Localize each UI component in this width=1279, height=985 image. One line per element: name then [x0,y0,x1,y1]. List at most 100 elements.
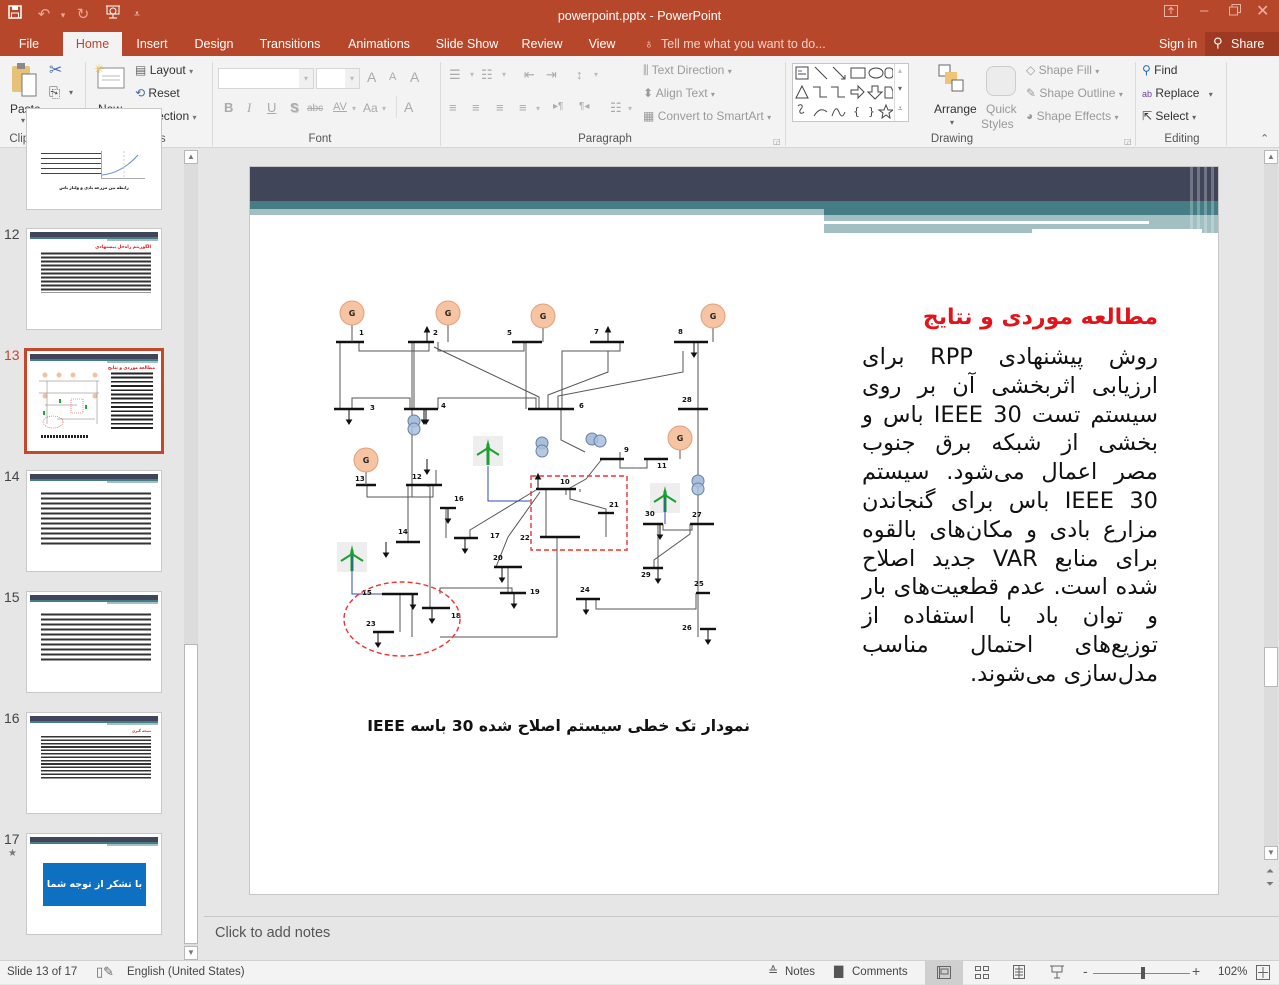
tab-home[interactable]: Home [63,32,122,56]
columns-dropdown-icon[interactable]: ▾ [628,104,632,113]
align-left-button[interactable]: ≡ [449,100,457,115]
slide-thumbnail-15[interactable] [26,591,162,693]
close-icon[interactable]: ✕ [1256,1,1269,21]
ltr-direction-button[interactable]: ▸¶ [553,101,563,112]
replace-button[interactable]: ab Replace ▾ [1142,86,1213,100]
convert-smartart-button[interactable]: ▦ Convert to SmartArt ▾ [643,109,771,123]
shapes-gallery[interactable]: { } ▴ ▾ ⩡ [792,63,909,122]
slide-body-text[interactable]: روش پیشنهادی RPP برای ارزیابی اثربخشی آن… [862,343,1158,689]
strikethrough-button[interactable]: abc [307,103,323,114]
slide-sorter-icon[interactable] [975,966,989,979]
text-direction-button[interactable]: ⫼ Text Direction ▾ [643,63,732,78]
slide-scroll-down-icon[interactable]: ▼ [1264,846,1278,860]
slide-thumbnail-14[interactable] [26,470,162,572]
thumbnail-scroll-up-icon[interactable]: ▲ [184,150,198,164]
slide-scroll-thumb[interactable] [1264,647,1278,687]
font-size-input[interactable]: ▾ [316,68,360,89]
select-button[interactable]: ⇱ Select ▾ [1142,109,1196,123]
character-spacing-dropdown-icon[interactable]: ▾ [352,104,356,113]
find-button[interactable]: ⚲ Find [1142,63,1177,77]
underline-button[interactable]: U [267,100,276,115]
bullets-dropdown-icon[interactable]: ▾ [470,70,474,79]
shape-effects-button[interactable]: ◕ Shape Effects ▾ [1026,109,1118,123]
italic-button[interactable]: I [247,100,251,116]
next-slide-icon[interactable]: ⏷ [1266,879,1274,890]
restore-icon[interactable] [1229,4,1241,19]
font-size-dropdown-icon[interactable]: ▾ [345,69,359,88]
thumbnail-scroll-down-icon[interactable]: ▼ [184,946,198,960]
tab-review[interactable]: Review [516,32,568,56]
gallery-scroll-up-icon[interactable]: ▴ [898,66,902,75]
zoom-in-button[interactable]: + [1192,963,1200,979]
copy-icon[interactable]: ⎘ [49,84,60,101]
decrease-indent-button[interactable]: ⇤ [524,67,535,83]
arrange-button[interactable]: Arrange ▾ [930,60,977,130]
gallery-more-icon[interactable]: ⩡ [898,104,903,114]
layout-button[interactable]: ▤ Layout ▾ [135,63,193,77]
numbering-button[interactable]: ☷ [481,67,493,83]
paste-dropdown-icon[interactable]: ▾ [21,116,25,125]
slideshow-view-icon[interactable] [1050,965,1064,980]
share-button[interactable]: ⚲ Share [1205,32,1279,56]
ribbon-display-options-icon[interactable] [1164,5,1184,19]
font-name-input[interactable]: ▾ [218,68,314,89]
zoom-out-button[interactable]: - [1083,963,1088,979]
fit-slide-icon[interactable] [1256,965,1270,980]
gallery-scroll-down-icon[interactable]: ▾ [898,84,902,93]
change-case-button[interactable]: Aa [363,101,378,115]
slide-thumbnail-12[interactable]: الگوریتم راه‌حل پیشنهادی [26,228,162,330]
tab-design[interactable]: Design [186,32,242,56]
line-spacing-button[interactable]: ↕ [576,67,583,82]
language-indicator[interactable]: English (United States) [127,966,245,978]
slide-scroll-up-icon[interactable]: ▲ [1264,150,1278,164]
comments-icon[interactable]: ▇ [834,964,843,978]
slide-scrollbar[interactable]: ▲ ▼ [1264,150,1278,860]
tab-file[interactable]: File [8,32,50,56]
notes-pane[interactable]: Click to add notes [204,916,1279,960]
previous-slide-icon[interactable]: ⏶ [1266,866,1274,877]
change-case-dropdown-icon[interactable]: ▾ [382,104,386,113]
bullets-button[interactable]: ☰ [449,67,461,83]
thumbnail-scrollbar[interactable]: ▲ ▼ [184,150,198,960]
font-color-button[interactable]: A [404,99,413,115]
align-text-button[interactable]: ⬍ Align Text ▾ [643,86,715,100]
notes-placeholder[interactable]: Click to add notes [215,925,330,941]
spell-check-icon[interactable]: ▯✎ [96,964,114,980]
slide-canvas[interactable]: مطالعه موردی و نتایج روش پیشنهادی RPP بر… [249,166,1219,895]
thumbnail-scroll-thumb[interactable] [184,644,198,944]
rtl-direction-button[interactable]: ¶◂ [579,101,589,112]
slide-thumbnail-17[interactable]: با تشکر از توجه شما [26,833,162,935]
drawing-launcher-icon[interactable]: ◲ [1124,137,1132,146]
clear-formatting-icon[interactable]: A [410,69,419,85]
reading-view-icon[interactable] [1013,965,1025,980]
increase-indent-button[interactable]: ⇥ [546,67,557,83]
zoom-level[interactable]: 102% [1218,966,1247,978]
diagram-caption[interactable]: نمودار تک خطی سیستم اصلاح شده 30 باسه IE… [330,717,750,735]
columns-button[interactable]: ☷ [610,100,622,116]
tab-transitions[interactable]: Transitions [252,32,328,56]
align-center-button[interactable]: ≡ [472,100,480,115]
slide-thumbnail-13[interactable]: مطالعه موردی و نتایج [24,348,164,454]
slide-thumbnail-11[interactable]: رابطه بین مزرعه بادی و ولتاژ باس [26,108,162,210]
ieee-30-bus-diagram[interactable]: G G G GGG 1 23 4567 89101112131415161718192021… [330,292,750,662]
shape-fill-button[interactable]: ◇ Shape Fill ▾ [1026,63,1099,77]
shrink-font-icon[interactable]: A [389,71,396,83]
normal-view-button[interactable] [925,961,963,985]
minimize-icon[interactable]: – [1200,2,1208,19]
text-shadow-button[interactable]: S [290,100,299,115]
comments-button[interactable]: Comments [852,966,908,978]
align-right-button[interactable]: ≡ [496,100,504,115]
copy-dropdown-icon[interactable]: ▾ [69,88,73,97]
grow-font-icon[interactable]: A [367,69,376,85]
zoom-slider-thumb[interactable] [1141,967,1146,979]
bold-button[interactable]: B [224,100,233,115]
collapse-ribbon-icon[interactable]: ⌃ [1260,132,1269,145]
shape-outline-button[interactable]: ✎ Shape Outline ▾ [1026,86,1123,100]
character-spacing-button[interactable]: AV [333,101,347,113]
paragraph-launcher-icon[interactable]: ◲ [773,137,781,146]
slide-title[interactable]: مطالعه موردی و نتایج [862,305,1158,330]
tab-view[interactable]: View [580,32,624,56]
numbering-dropdown-icon[interactable]: ▾ [502,70,506,79]
tab-insert[interactable]: Insert [128,32,176,56]
sign-in-link[interactable]: Sign in [1159,37,1197,51]
